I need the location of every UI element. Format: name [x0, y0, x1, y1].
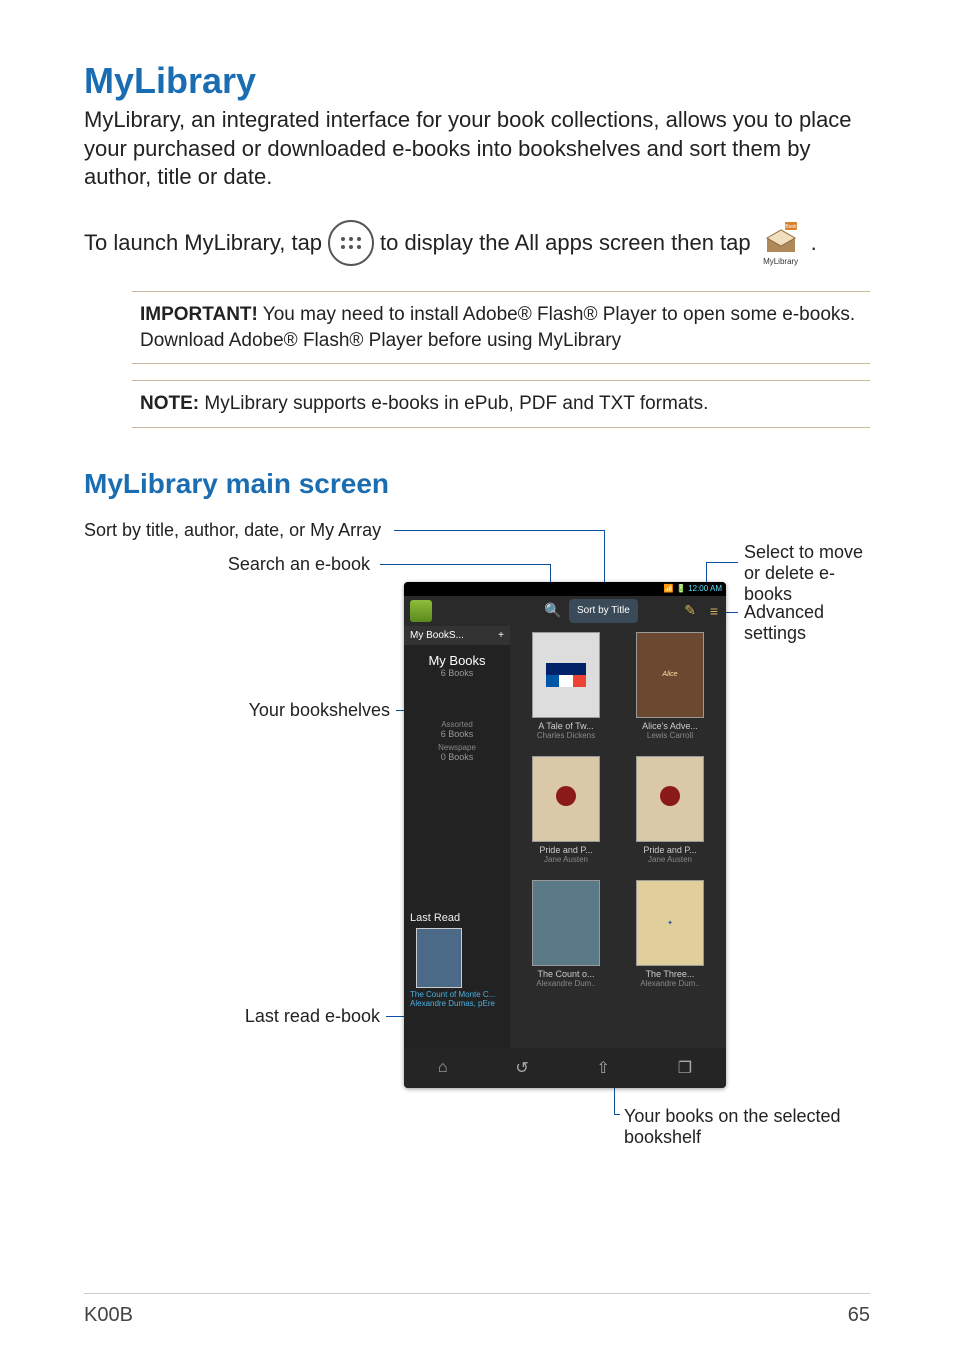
- launch-text-post: .: [811, 228, 817, 259]
- mylibrary-icon-caption: MyLibrary: [763, 256, 798, 267]
- mylibrary-app-icon: Book MyLibrary: [757, 220, 805, 267]
- book-grid: A Tale of Tw... Charles Dickens Alice Al…: [510, 626, 726, 1048]
- book-item[interactable]: ✦ The Three... Alexandre Dum..: [620, 880, 720, 1000]
- annotated-diagram: Sort by title, author, date, or My Array…: [84, 520, 870, 1140]
- book-cover: [532, 756, 600, 842]
- callout-lastread: Last read e-book: [170, 1006, 380, 1027]
- page-footer: K00B 65: [84, 1293, 870, 1327]
- sort-dropdown[interactable]: Sort by Title: [569, 599, 638, 623]
- book-author: Jane Austen: [544, 855, 588, 864]
- callout-bookshelves: Your bookshelves: [180, 700, 390, 721]
- book-item[interactable]: Pride and P... Jane Austen: [620, 756, 720, 876]
- add-shelf-icon[interactable]: +: [498, 630, 504, 641]
- shelf-count: 0 Books: [408, 752, 506, 762]
- app-toolbar: 🔍 Sort by Title ✎ ≡: [404, 596, 726, 626]
- shelf-count: 6 Books: [408, 729, 506, 739]
- book-item[interactable]: Alice Alice's Adve... Lewis Carroll: [620, 632, 720, 752]
- book-cover: ✦: [636, 880, 704, 966]
- book-item[interactable]: A Tale of Tw... Charles Dickens: [516, 632, 616, 752]
- launch-paragraph: To launch MyLibrary, tap to display the …: [84, 220, 870, 267]
- last-read-cover: [416, 928, 462, 988]
- search-icon[interactable]: 🔍: [544, 602, 561, 619]
- last-read-author: Alexandre Dumas, pEre: [410, 999, 516, 1008]
- book-title: A Tale of Tw...: [538, 721, 593, 731]
- intro-paragraph: MyLibrary, an integrated interface for y…: [84, 106, 870, 192]
- sidebar-item-mybooks[interactable]: My Books 6 Books: [404, 645, 510, 686]
- section-subtitle: MyLibrary main screen: [84, 468, 870, 500]
- note-label: NOTE:: [140, 393, 199, 414]
- book-author: Lewis Carroll: [647, 731, 693, 740]
- last-read-panel[interactable]: Last Read The Count of Monte C... Alexan…: [404, 912, 516, 1008]
- note-body: MyLibrary supports e-books in ePub, PDF …: [199, 393, 708, 414]
- sidebar-item-assorted[interactable]: Assorted 6 Books Newspape 0 Books: [404, 686, 510, 770]
- callout-yourbooks: Your books on the selected bookshelf: [624, 1106, 870, 1148]
- all-apps-icon: [328, 220, 374, 266]
- sidebar-tab-label: My BookS...: [410, 630, 464, 641]
- callout-sort: Sort by title, author, date, or My Array: [84, 520, 381, 541]
- important-label: IMPORTANT!: [140, 304, 258, 325]
- book-author: Jane Austen: [648, 855, 692, 864]
- page-title: MyLibrary: [84, 60, 870, 102]
- book-item[interactable]: The Count o... Alexandre Dum..: [516, 880, 616, 1000]
- nav-back-icon[interactable]: ↺: [515, 1058, 528, 1078]
- book-title: The Three...: [646, 969, 695, 979]
- book-author: Charles Dickens: [537, 731, 595, 740]
- book-cover: Alice: [636, 632, 704, 718]
- status-icons: 📶 🔋: [664, 584, 686, 593]
- shelf-name: Newspape: [408, 743, 506, 752]
- book-cover: [532, 880, 600, 966]
- book-title: Alice's Adve...: [642, 721, 698, 731]
- callout-search: Search an e-book: [160, 554, 370, 575]
- svg-text:Book: Book: [785, 224, 797, 230]
- book-title: Pride and P...: [643, 845, 696, 855]
- status-bar: 📶 🔋 12:00 AM: [404, 582, 726, 596]
- footer-page-number: 65: [848, 1304, 870, 1327]
- shelf-name: Assorted: [408, 720, 506, 729]
- edit-icon[interactable]: ✎: [684, 602, 696, 619]
- book-title: The Count o...: [537, 969, 594, 979]
- launch-text-mid: to display the All apps screen then tap: [380, 228, 751, 259]
- important-notice: IMPORTANT! You may need to install Adobe…: [132, 291, 870, 364]
- launch-text-pre: To launch MyLibrary, tap: [84, 228, 322, 259]
- callout-select: Select to move or delete e-books: [744, 542, 870, 605]
- shelf-count: 6 Books: [408, 668, 506, 678]
- book-cover: [532, 632, 600, 718]
- callout-advanced: Advanced settings: [744, 602, 870, 644]
- app-badge-icon[interactable]: [410, 600, 432, 622]
- status-time: 12:00 AM: [688, 584, 722, 593]
- book-title: Pride and P...: [539, 845, 592, 855]
- last-read-label: Last Read: [410, 912, 516, 924]
- footer-model: K00B: [84, 1304, 133, 1327]
- app-screenshot: 📶 🔋 12:00 AM 🔍 Sort by Title ✎ ≡ My Book…: [404, 582, 726, 1088]
- book-item[interactable]: Pride and P... Jane Austen: [516, 756, 616, 876]
- book-author: Alexandre Dum..: [536, 979, 596, 988]
- sidebar-tab[interactable]: My BookS... +: [404, 626, 510, 645]
- system-navbar: ⌂ ↺ ⇧ ❐: [404, 1048, 726, 1088]
- sidebar: My BookS... + My Books 6 Books Assorted …: [404, 626, 510, 1048]
- shelf-name: My Books: [408, 653, 506, 668]
- nav-up-icon[interactable]: ⇧: [597, 1058, 610, 1078]
- nav-home-icon[interactable]: ⌂: [438, 1059, 448, 1077]
- note-notice: NOTE: MyLibrary supports e-books in ePub…: [132, 380, 870, 428]
- advanced-menu-icon[interactable]: ≡: [710, 603, 718, 619]
- book-cover: [636, 756, 704, 842]
- nav-recent-icon[interactable]: ❐: [678, 1058, 692, 1078]
- book-author: Alexandre Dum..: [640, 979, 700, 988]
- last-read-title: The Count of Monte C...: [410, 990, 516, 999]
